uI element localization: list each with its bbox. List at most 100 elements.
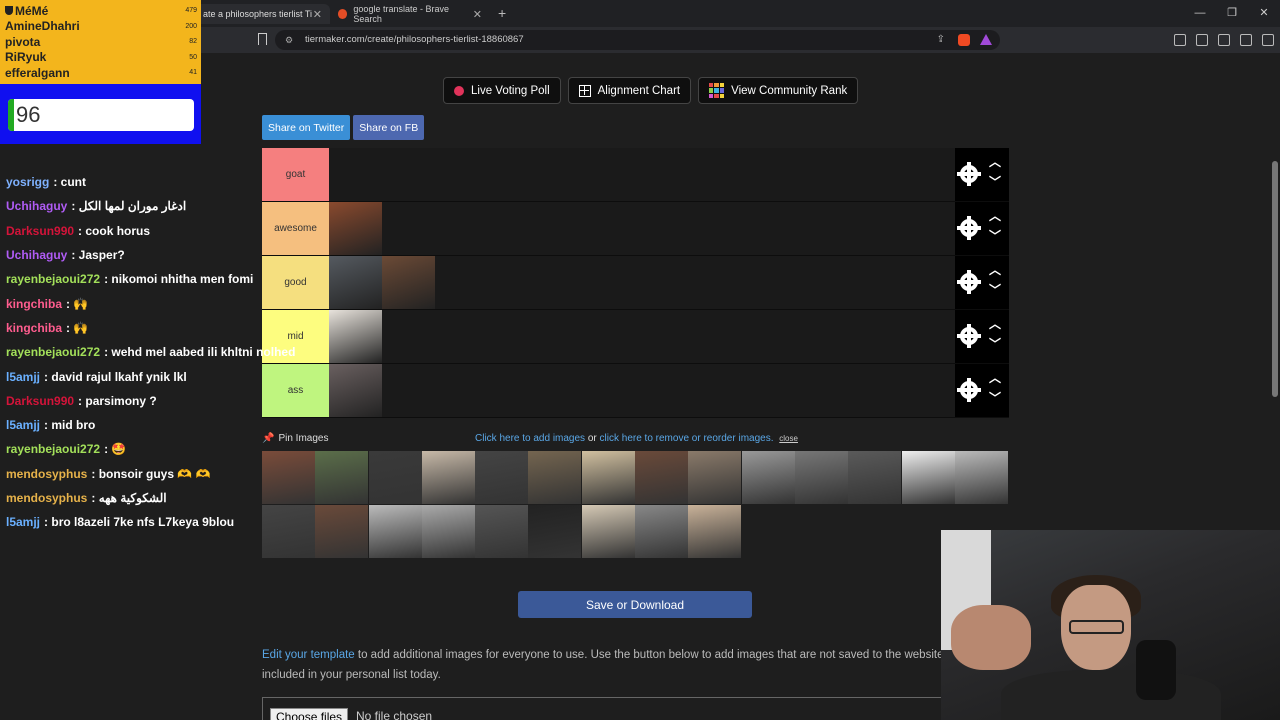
chat-text: : 🙌 [66, 320, 89, 335]
philosopher-image[interactable] [635, 505, 689, 558]
philosopher-image[interactable] [475, 505, 529, 558]
extensions-icon[interactable] [1218, 34, 1230, 46]
chevron-down-icon[interactable]: ﹀ [989, 335, 1001, 352]
new-tab-button[interactable]: + [498, 5, 506, 21]
chevron-up-icon[interactable]: ︿ [989, 153, 1001, 170]
alignment-label: Alignment Chart [597, 84, 681, 97]
chat-message: Uchihaguy: Jasper? [6, 243, 306, 267]
live-voting-button[interactable]: Live Voting Poll [443, 77, 561, 104]
philosopher-image[interactable] [528, 451, 582, 504]
tab-title: ate a philosophers tierlist Ti [203, 9, 313, 19]
philosopher-image[interactable] [635, 451, 689, 504]
chevron-down-icon[interactable]: ﹀ [989, 227, 1001, 244]
chevron-up-icon[interactable]: ︿ [989, 207, 1001, 224]
gear-icon[interactable] [957, 162, 981, 186]
gear-icon[interactable] [957, 216, 981, 240]
philosopher-image[interactable] [329, 364, 382, 417]
choose-files-button[interactable]: Choose files [270, 708, 349, 720]
chevron-up-icon[interactable]: ︿ [989, 261, 1001, 278]
philosopher-image[interactable] [315, 451, 369, 504]
philosopher-image[interactable] [368, 505, 422, 558]
minimize-icon[interactable]: — [1184, 0, 1216, 27]
chat-text: : cunt [53, 175, 87, 190]
sidebar-icon[interactable] [1174, 34, 1186, 46]
philosopher-image[interactable] [901, 451, 955, 504]
philosopher-image[interactable] [741, 451, 795, 504]
brave-rewards-icon[interactable] [980, 34, 992, 45]
philosopher-image[interactable] [794, 451, 848, 504]
chevron-down-icon[interactable]: ﹀ [989, 173, 1001, 190]
chat-message: mendosyphus: bonsoir guys 🫶 🫶 [6, 462, 306, 486]
chevron-up-icon[interactable]: ︿ [989, 369, 1001, 386]
site-info-icon[interactable]: ⚙ [285, 30, 293, 50]
philosopher-image[interactable] [954, 451, 1008, 504]
chat-text: : الشكوكية ههه [91, 491, 167, 505]
leaderboard-score: 50 [189, 53, 197, 61]
remove-images-link[interactable]: click here to remove or reorder images. [600, 433, 774, 444]
add-images-link[interactable]: Click here to add images [475, 433, 585, 444]
tier-controls: ︿ ﹀ [955, 310, 1009, 363]
chevron-down-icon[interactable]: ﹀ [989, 389, 1001, 406]
philosopher-image[interactable] [421, 505, 475, 558]
tier-items [329, 364, 955, 417]
philosopher-image[interactable] [329, 256, 382, 309]
chat-text: : cook horus [78, 223, 151, 238]
philosopher-image[interactable] [315, 505, 369, 558]
close-tab-icon[interactable]: ✕ [313, 8, 322, 21]
tab-tiermaker[interactable]: ate a philosophers tierlist Ti ✕ [195, 4, 330, 24]
maximize-icon[interactable]: ❐ [1216, 0, 1248, 27]
chat-text: : Jasper? [71, 248, 125, 263]
leaderboard-user: AmineDhahri [5, 19, 80, 34]
chat-username: Darksun990 [6, 393, 75, 408]
chat-message: rayenbejaoui272: wehd mel aabed ili khlt… [6, 340, 306, 364]
url-input[interactable]: ⚙ tiermaker.com/create/philosophers-tier… [275, 30, 1000, 50]
philosopher-image[interactable] [688, 505, 742, 558]
wallet-icon[interactable] [1196, 34, 1208, 46]
chat-username: rayenbejaoui272 [6, 272, 101, 287]
window-controls: — ❐ ✕ [1184, 0, 1280, 27]
philosopher-image[interactable] [581, 505, 635, 558]
close-window-icon[interactable]: ✕ [1248, 0, 1280, 27]
chat-username: yosrigg [6, 175, 50, 190]
philosopher-image[interactable] [382, 256, 435, 309]
gear-icon[interactable] [957, 270, 981, 294]
tab-google-translate[interactable]: google translate - Brave Search ✕ [330, 4, 490, 24]
share-icon[interactable]: ⇪ [937, 30, 945, 50]
tier-row: ass ︿ ﹀ [262, 364, 1009, 418]
webcam-person [1069, 620, 1124, 634]
philosopher-image[interactable] [421, 451, 475, 504]
philosopher-image[interactable] [688, 451, 742, 504]
philosopher-image[interactable] [329, 310, 382, 363]
community-rank-button[interactable]: View Community Rank [698, 77, 859, 104]
close-link[interactable]: close [779, 434, 798, 443]
chevron-down-icon[interactable]: ﹀ [989, 281, 1001, 298]
philosopher-image[interactable] [368, 451, 422, 504]
brave-shields-icon[interactable] [958, 34, 970, 46]
leaderboard-row: RiRyuk 50 [5, 50, 197, 66]
vpn-icon[interactable] [1240, 34, 1252, 46]
gear-icon[interactable] [957, 324, 981, 348]
alignment-chart-button[interactable]: Alignment Chart [567, 77, 692, 104]
share-twitter-button[interactable]: Share on Twitter [262, 115, 351, 140]
close-tab-icon[interactable]: ✕ [473, 8, 482, 21]
philosopher-image[interactable] [848, 451, 902, 504]
leaderboard-name: MéMé [5, 4, 48, 18]
philosopher-image[interactable] [581, 451, 635, 504]
chevron-up-icon[interactable]: ︿ [989, 315, 1001, 332]
philosopher-image[interactable] [528, 505, 582, 558]
tier-items [329, 310, 955, 363]
philosopher-image[interactable] [475, 451, 529, 504]
save-download-button[interactable]: Save or Download [518, 591, 752, 618]
chat-username: mendosyphus [6, 491, 88, 505]
share-fb-button[interactable]: Share on FB [353, 115, 425, 140]
chat-text: : david rajul lkahf ynik lkl [44, 369, 187, 384]
leaderboard-row: AmineDhahri 200 [5, 19, 197, 35]
scroll-thumb[interactable] [1272, 161, 1278, 397]
menu-icon[interactable] [1262, 34, 1274, 46]
chat-username: kingchiba [6, 320, 63, 335]
edit-template-link[interactable]: Edit your template [262, 649, 355, 661]
leaderboard-score: 82 [189, 38, 197, 46]
philosopher-image[interactable] [329, 202, 382, 255]
bookmark-icon[interactable] [258, 33, 267, 45]
gear-icon[interactable] [957, 378, 981, 402]
